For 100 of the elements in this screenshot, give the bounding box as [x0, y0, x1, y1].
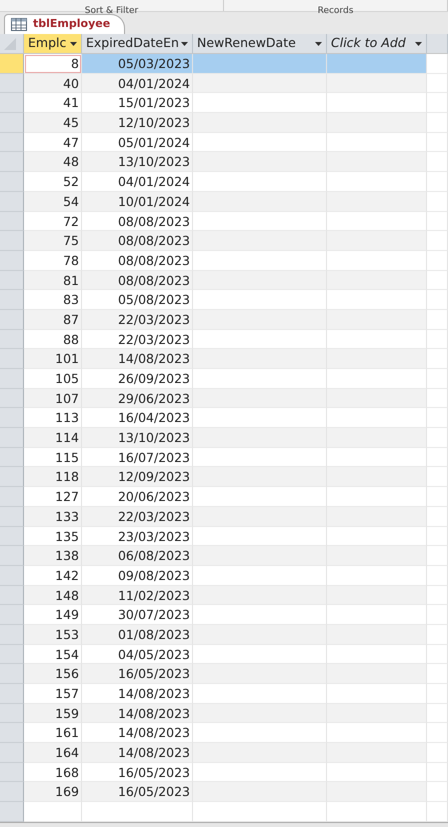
table-cell: 22/03/2023: [82, 310, 193, 330]
record-selector[interactable]: [0, 664, 24, 684]
record-selector[interactable]: [0, 704, 24, 724]
record-selector[interactable]: [0, 546, 24, 566]
table-cell: [427, 54, 448, 74]
record-selector[interactable]: [0, 605, 24, 625]
record-selector[interactable]: [0, 74, 24, 94]
table-cell: 14/08/2023: [82, 349, 193, 369]
table-cell: 08/08/2023: [82, 270, 193, 290]
table-cell: [427, 192, 448, 212]
table-cell: [427, 74, 448, 94]
column-header[interactable]: ExpiredDateEn: [82, 34, 193, 54]
table-cell: [427, 782, 448, 802]
table-cell: 133: [24, 506, 82, 526]
record-selector[interactable]: [0, 93, 24, 114]
record-selector[interactable]: [0, 270, 24, 290]
table-cell: 12/10/2023: [82, 113, 193, 133]
table-cell: 22/03/2023: [82, 506, 193, 526]
dropdown-caret-icon: [70, 42, 77, 46]
table-cell: 148: [24, 586, 82, 606]
table-cell: 40: [24, 74, 82, 94]
record-selector[interactable]: [0, 152, 24, 172]
record-selector[interactable]: [0, 250, 24, 271]
table-cell: [427, 250, 448, 271]
record-selector[interactable]: [0, 388, 24, 408]
table-cell: [427, 132, 448, 152]
record-selector[interactable]: [0, 192, 24, 212]
table-cell: [427, 349, 448, 369]
record-selector[interactable]: [0, 428, 24, 448]
table-icon: [11, 18, 27, 31]
table-cell: [427, 684, 448, 704]
table-cell: 101: [24, 349, 82, 369]
record-selector[interactable]: [0, 624, 24, 645]
table-cell: [427, 212, 448, 232]
table-cell: [427, 290, 448, 310]
table-cell: 169: [24, 782, 82, 802]
table-cell: [427, 467, 448, 488]
record-selector[interactable]: [0, 349, 24, 369]
table-cell: 81: [24, 270, 82, 290]
table-cell: 16/05/2023: [82, 664, 193, 684]
table-cell: 29/06/2023: [82, 388, 193, 408]
record-selector[interactable]: [0, 586, 24, 606]
record-selector[interactable]: [0, 54, 24, 74]
table-cell: [427, 743, 448, 763]
table-cell: 14/08/2023: [82, 743, 193, 763]
column-header[interactable]: NewRenewDate: [193, 34, 327, 54]
table-cell: [427, 428, 448, 448]
table-cell: [427, 644, 448, 664]
table-cell: 10/01/2024: [82, 192, 193, 212]
record-selector[interactable]: [0, 408, 24, 428]
table-cell: 8: [24, 54, 82, 74]
record-selector[interactable]: [0, 448, 24, 468]
table-cell: [427, 152, 448, 172]
table-cell: 156: [24, 664, 82, 684]
table-cell: [427, 93, 448, 114]
record-selector[interactable]: [0, 172, 24, 192]
record-selector[interactable]: [0, 212, 24, 232]
table-tab[interactable]: tblEmployee: [4, 14, 126, 34]
record-selector[interactable]: [0, 782, 24, 802]
record-selector[interactable]: [0, 487, 24, 507]
table-cell: [427, 506, 448, 526]
table-cell: 13/10/2023: [82, 428, 193, 448]
record-selector[interactable]: [0, 290, 24, 310]
table-cell: [427, 664, 448, 684]
table-cell: 159: [24, 704, 82, 724]
table-cell: 06/08/2023: [82, 546, 193, 566]
record-selector[interactable]: [0, 506, 24, 526]
table-cell: 08/08/2023: [82, 231, 193, 251]
record-selector[interactable]: [0, 743, 24, 763]
record-selector[interactable]: [0, 644, 24, 664]
record-selector[interactable]: [0, 566, 24, 586]
table-cell: 138: [24, 546, 82, 566]
table-cell: [427, 408, 448, 428]
table-cell: 107: [24, 388, 82, 408]
record-selector[interactable]: [0, 231, 24, 251]
ribbon-group-label: Sort & Filter: [84, 6, 138, 16]
table-cell: 12/09/2023: [82, 467, 193, 488]
table-cell: [427, 566, 448, 586]
record-selector[interactable]: [0, 762, 24, 782]
table-cell: 164: [24, 743, 82, 763]
table-cell: 16/05/2023: [82, 782, 193, 802]
new-record-selector[interactable]: [0, 802, 24, 822]
table-cell: 13/10/2023: [82, 152, 193, 172]
record-selector[interactable]: [0, 369, 24, 389]
table-cell: [427, 487, 448, 507]
table-cell: [427, 310, 448, 330]
record-selector[interactable]: [0, 684, 24, 704]
record-selector[interactable]: [0, 132, 24, 152]
record-selector[interactable]: [0, 113, 24, 133]
table-cell: 05/03/2023: [82, 54, 193, 74]
record-selector[interactable]: [0, 526, 24, 546]
column-header[interactable]: Emplc: [24, 34, 82, 54]
record-selector[interactable]: [0, 310, 24, 330]
record-selector[interactable]: [0, 330, 24, 350]
record-selector[interactable]: [0, 723, 24, 744]
table-cell: 04/01/2024: [82, 74, 193, 94]
record-selector[interactable]: [0, 467, 24, 488]
column-header[interactable]: Click to Add: [327, 34, 427, 54]
table-cell: [427, 388, 448, 408]
table-cell: [427, 704, 448, 724]
